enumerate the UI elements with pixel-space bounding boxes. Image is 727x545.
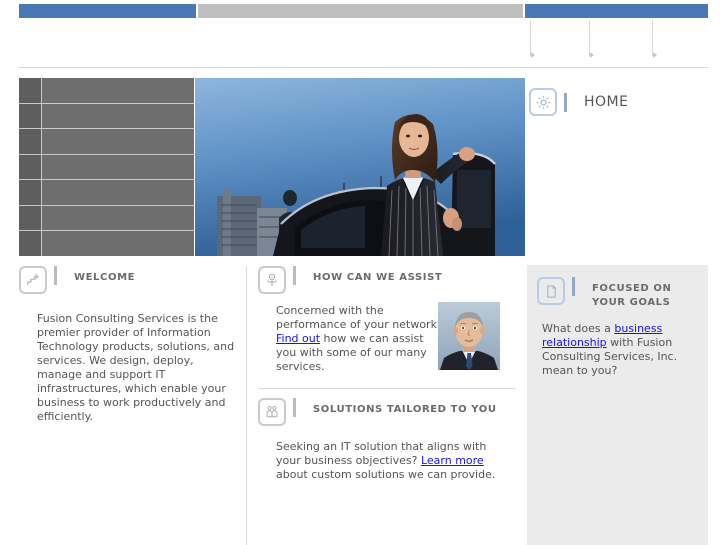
gear-icon xyxy=(529,88,557,116)
nav-arrow-icon-1[interactable] xyxy=(531,52,535,58)
solutions-section-header: SOLUTIONS TAILORED TO YOU xyxy=(258,398,518,426)
nav-arrow-icon-3[interactable] xyxy=(653,52,657,58)
goals-title: FOCUSED ON YOUR GOALS xyxy=(592,283,672,308)
grid-cell-label xyxy=(19,129,42,154)
grid-cell-label xyxy=(19,78,42,103)
section-divider-rule xyxy=(258,388,516,389)
table-row xyxy=(19,129,194,155)
grid-cell-label xyxy=(19,180,42,205)
find-out-link[interactable]: Find out xyxy=(276,332,320,345)
welcome-section-header: WELCOME xyxy=(19,266,239,294)
nav-divider-1 xyxy=(530,20,531,56)
primary-nav-bar-middle[interactable] xyxy=(198,4,523,18)
grid-cell-label xyxy=(19,231,42,257)
welcome-body: Fusion Consulting Services is the premie… xyxy=(37,312,235,423)
nav-divider-2 xyxy=(589,20,590,56)
assist-photo xyxy=(438,302,500,370)
solutions-title: SOLUTIONS TAILORED TO YOU xyxy=(313,404,497,415)
page-header: HOME xyxy=(529,88,628,116)
stairs-chart-icon xyxy=(19,266,47,294)
grid-cell-value xyxy=(42,205,194,231)
grid-cell-label xyxy=(19,154,42,180)
solutions-section: SOLUTIONS TAILORED TO YOU Seeking an IT … xyxy=(258,398,518,482)
goals-section-header: FOCUSED ON YOUR GOALS xyxy=(527,265,708,310)
assist-column: HOW CAN WE ASSIST Concerned with the per… xyxy=(258,266,518,481)
top-navigation-area xyxy=(0,0,727,68)
nav-arrow-icon-2[interactable] xyxy=(590,52,594,58)
assist-accent-tick xyxy=(293,266,296,285)
hero-band xyxy=(19,78,525,257)
two-people-icon xyxy=(258,398,286,426)
person-target-icon xyxy=(258,266,286,294)
table-row xyxy=(19,103,194,130)
grid-cell-value xyxy=(42,231,194,257)
welcome-accent-tick xyxy=(54,266,57,285)
page-title: HOME xyxy=(584,94,629,110)
hero-data-grid xyxy=(19,78,194,257)
welcome-column: WELCOME Fusion Consulting Services is th… xyxy=(19,266,239,424)
welcome-title: WELCOME xyxy=(74,272,136,283)
primary-nav-bar-left[interactable] xyxy=(19,4,196,18)
grid-cell-value xyxy=(42,78,194,103)
assist-body: Concerned with the performance of your n… xyxy=(276,304,446,374)
assist-section-header: HOW CAN WE ASSIST xyxy=(258,266,518,294)
goals-accent-tick xyxy=(572,277,575,296)
goals-body-before: What does a xyxy=(542,322,615,335)
grid-cell-value xyxy=(42,154,194,180)
nav-divider-3 xyxy=(652,20,653,56)
table-row xyxy=(19,180,194,206)
grid-cell-label xyxy=(19,205,42,231)
grid-cell-value xyxy=(42,180,194,205)
solutions-accent-tick xyxy=(293,398,296,417)
table-row xyxy=(19,231,194,257)
assist-body-before: Concerned with the performance of your n… xyxy=(276,304,443,331)
table-row xyxy=(19,154,194,181)
column-divider-rule xyxy=(246,266,247,545)
goals-body: What does a business relationship with F… xyxy=(542,322,702,378)
learn-more-link[interactable]: Learn more xyxy=(421,454,484,467)
header-divider-rule xyxy=(19,67,708,68)
table-row xyxy=(19,78,194,104)
solutions-body-after: about custom solutions we can provide. xyxy=(276,468,496,481)
goals-column: FOCUSED ON YOUR GOALS What does a busine… xyxy=(527,265,708,545)
assist-title: HOW CAN WE ASSIST xyxy=(313,272,443,283)
solutions-body: Seeking an IT solution that aligns with … xyxy=(276,440,511,482)
document-page-icon xyxy=(537,277,565,305)
header-accent-tick xyxy=(564,92,567,112)
primary-nav-bar-right[interactable] xyxy=(525,4,708,18)
grid-cell-label xyxy=(19,103,42,129)
table-row xyxy=(19,205,194,232)
grid-cell-value xyxy=(42,129,194,154)
hero-photo xyxy=(195,78,525,256)
grid-cell-value xyxy=(42,103,194,129)
